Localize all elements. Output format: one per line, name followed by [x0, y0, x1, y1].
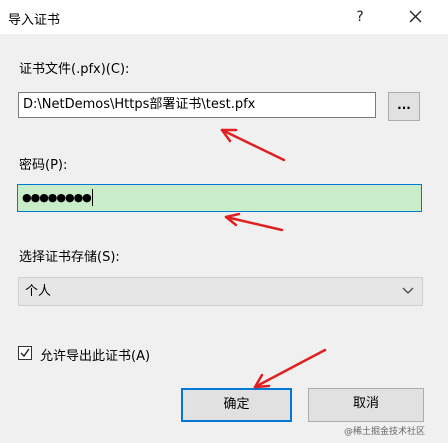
- chevron-down-icon: [402, 287, 414, 294]
- text-caret: [91, 189, 93, 206]
- annotation-arrow-ok: [253, 348, 327, 389]
- window-title: 导入证书: [8, 13, 61, 28]
- browse-button[interactable]: ...: [388, 92, 420, 121]
- store-select[interactable]: 个人: [18, 277, 423, 306]
- annotation-arrow-file: [220, 128, 286, 162]
- ok-label: 确定: [223, 397, 250, 412]
- title-bar: 导入证书 ?: [0, 0, 448, 34]
- file-path-input[interactable]: D:\NetDemos\Https部署证书\test.pfx: [18, 92, 376, 118]
- cancel-button[interactable]: 取消: [308, 388, 424, 422]
- ok-button[interactable]: 确定: [181, 388, 292, 422]
- store-selected-value: 个人: [25, 284, 52, 299]
- file-label: 证书文件(.pfx)(C):: [19, 62, 130, 77]
- checkmark-icon: [20, 348, 30, 358]
- password-label: 密码(P):: [19, 158, 68, 173]
- cancel-label: 取消: [352, 396, 379, 411]
- annotation-arrow-password: [224, 212, 284, 232]
- password-value: ●●●●●●●●: [22, 191, 92, 204]
- exportable-checkbox[interactable]: [18, 346, 32, 360]
- store-label: 选择证书存储(S):: [19, 250, 120, 265]
- close-button[interactable]: [398, 4, 434, 30]
- exportable-label[interactable]: 允许导出此证书(A): [40, 345, 150, 364]
- watermark: @稀土掘金技术社区: [344, 427, 426, 437]
- help-button[interactable]: ?: [346, 4, 374, 30]
- close-icon: [409, 10, 422, 23]
- password-input[interactable]: ●●●●●●●●: [17, 184, 422, 212]
